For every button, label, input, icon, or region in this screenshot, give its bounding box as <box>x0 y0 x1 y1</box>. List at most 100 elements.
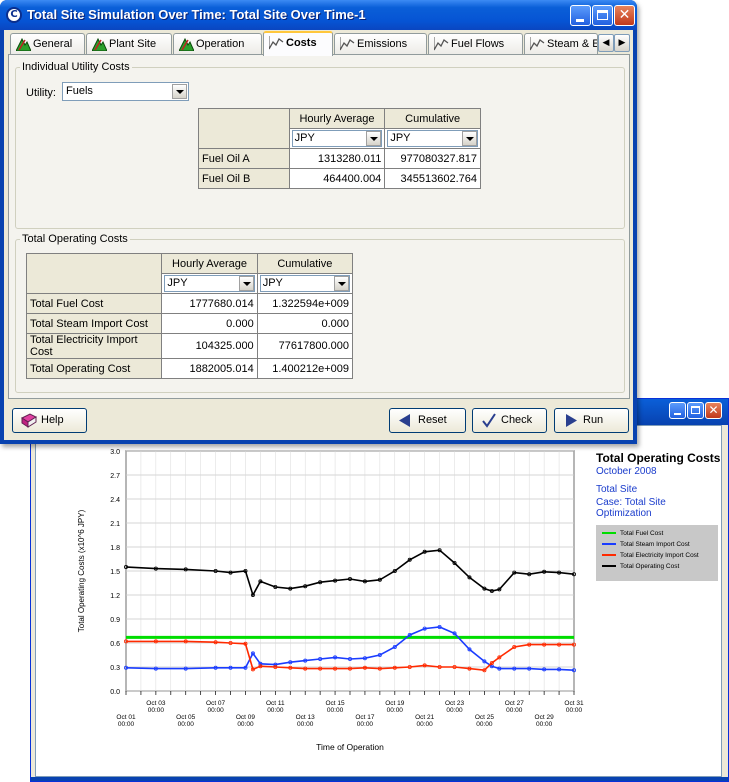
chart-line-icon <box>269 36 284 50</box>
close-button[interactable]: ✕ <box>614 5 635 26</box>
cumulative-value[interactable]: 977080327.817 <box>384 148 481 169</box>
run-label: Run <box>583 414 604 426</box>
tab-operation[interactable]: Operation <box>173 33 262 55</box>
tab-scroll-right-button[interactable]: ▶ <box>614 34 630 52</box>
unit-value: JPY <box>262 277 283 289</box>
y-tick-label: 3.0 <box>110 449 120 456</box>
run-button[interactable]: Run <box>554 408 629 433</box>
row-header: Total Electricity Import Cost <box>25 333 163 359</box>
individual-costs-table: Hourly Average Cumulative JPY JPY Fuel O… <box>198 108 481 189</box>
check-label: Check <box>501 414 533 426</box>
x-tick-label: 00:00 <box>267 707 284 714</box>
x-tick-label: 00:00 <box>297 721 314 728</box>
tab-fuel-flows[interactable]: Fuel Flows <box>428 33 523 55</box>
legend-entry: Total Steam Import Cost <box>602 541 690 551</box>
x-tick-label: Oct 25 <box>475 714 495 721</box>
cumulative-value[interactable]: 1.322594e+009 <box>256 293 354 314</box>
y-tick-label: 0.0 <box>110 689 120 696</box>
mountain-icon <box>92 37 107 51</box>
tab-label: Fuel Flows <box>451 38 505 50</box>
legend-label: Total Operating Cost <box>620 563 680 570</box>
y-tick-label: 0.3 <box>110 665 120 672</box>
checkmark-icon <box>482 413 496 428</box>
cumulative-value[interactable]: 0.000 <box>256 313 354 334</box>
x-tick-label: Oct 19 <box>385 700 405 707</box>
tab-scroll-left-button[interactable]: ◀ <box>598 34 614 52</box>
chevron-down-icon[interactable] <box>238 276 254 291</box>
dialog-client: General Plant Site Operation Costs Emiss… <box>4 30 633 440</box>
chevron-down-icon[interactable] <box>172 84 187 99</box>
chart-minimize-button[interactable] <box>669 402 686 419</box>
cumulative-value[interactable]: 345513602.764 <box>384 168 481 189</box>
cumulative-value[interactable]: 1.400212e+009 <box>256 358 354 379</box>
chart-title: Total Operating Costs <box>596 451 721 465</box>
chart-window: ✕ 0.0 0.3 0.6 0.9 1.2 1.5 1.8 2.1 2.4 2.7 3.0 Oct 0… <box>30 398 729 782</box>
x-tick-label: Oct 01 <box>116 714 136 721</box>
tab-steam-electricity[interactable]: Steam & E <box>524 33 598 55</box>
cumulative-unit-select[interactable]: JPY <box>256 273 354 294</box>
x-tick-label: 00:00 <box>536 721 553 728</box>
x-tick-label: 00:00 <box>476 721 493 728</box>
app-icon: C <box>6 7 22 23</box>
x-tick-label: Oct 09 <box>236 714 256 721</box>
hourly-value[interactable]: 464400.004 <box>288 168 386 189</box>
legend-swatch <box>602 532 616 535</box>
hourly-value[interactable]: 0.000 <box>161 313 258 334</box>
chart-line-icon <box>340 37 355 51</box>
table-row: Fuel Oil B 464400.004 345513602.764 <box>198 168 481 189</box>
hourly-value[interactable]: 1777680.014 <box>161 293 258 314</box>
utility-select[interactable]: Fuels <box>62 82 189 101</box>
chart-case: Case: Total Site Optimization <box>596 497 666 519</box>
x-tick-label: 00:00 <box>327 707 344 714</box>
x-tick-label: Oct 07 <box>206 700 226 707</box>
chart-site: Total Site <box>596 484 638 495</box>
chart-close-button[interactable]: ✕ <box>705 402 722 419</box>
tab-scroll: ◀ ▶ <box>598 34 630 52</box>
cumulative-value[interactable]: 77617800.000 <box>256 333 354 359</box>
utility-select-value: Fuels <box>66 85 93 97</box>
operating-costs-chart: 0.00.30.60.91.21.51.82.12.42.73.0Oct 010… <box>77 449 584 752</box>
tab-strip: General Plant Site Operation Costs Emiss… <box>8 31 630 56</box>
chart-maximize-button[interactable] <box>687 402 704 419</box>
legend-label: Total Electricity Import Cost <box>620 552 699 559</box>
table-corner <box>25 253 163 294</box>
x-tick-label: Oct 17 <box>355 714 375 721</box>
x-tick-label: Oct 15 <box>325 700 345 707</box>
row-header: Fuel Oil A <box>198 148 290 169</box>
chevron-down-icon[interactable] <box>462 131 477 146</box>
x-tick-label: 00:00 <box>387 707 404 714</box>
y-tick-label: 0.6 <box>110 641 120 648</box>
x-tick-label: Oct 29 <box>535 714 555 721</box>
utility-label: Utility: <box>26 87 56 99</box>
hourly-value[interactable]: 1313280.011 <box>288 148 386 169</box>
hourly-value[interactable]: 104325.000 <box>161 333 258 359</box>
x-tick-label: 00:00 <box>237 721 254 728</box>
check-button[interactable]: Check <box>472 408 547 433</box>
hourly-unit-select[interactable]: JPY <box>288 128 386 149</box>
legend-swatch <box>602 554 616 557</box>
legend-swatch <box>602 565 616 568</box>
hourly-unit-select[interactable]: JPY <box>161 273 258 294</box>
x-tick-label: Oct 23 <box>445 700 465 707</box>
x-tick-label: Oct 13 <box>296 714 316 721</box>
chevron-down-icon[interactable] <box>366 131 382 146</box>
reset-button[interactable]: Reset <box>389 408 466 433</box>
mountain-icon <box>16 37 31 51</box>
tab-general[interactable]: General <box>10 33 85 55</box>
dialog-titlebar[interactable]: C Total Site Simulation Over Time: Total… <box>0 0 637 30</box>
minimize-button[interactable] <box>570 5 591 26</box>
cumulative-header: Cumulative <box>256 253 354 274</box>
legend-entry: Total Operating Cost <box>602 563 679 573</box>
help-button[interactable]: Help <box>12 408 87 433</box>
unit-value: JPY <box>294 132 315 144</box>
tab-emissions[interactable]: Emissions <box>334 33 427 55</box>
tab-plant-site[interactable]: Plant Site <box>86 33 172 55</box>
chevron-down-icon[interactable] <box>334 276 349 291</box>
x-tick-label: Oct 03 <box>146 700 166 707</box>
hourly-value[interactable]: 1882005.014 <box>161 358 258 379</box>
maximize-button[interactable] <box>592 5 613 26</box>
tab-costs[interactable]: Costs <box>263 31 333 56</box>
x-tick-label: Oct 31 <box>564 700 584 707</box>
cumulative-unit-select[interactable]: JPY <box>384 128 481 149</box>
table-row: Total Fuel Cost 1777680.014 1.322594e+00… <box>25 293 354 314</box>
